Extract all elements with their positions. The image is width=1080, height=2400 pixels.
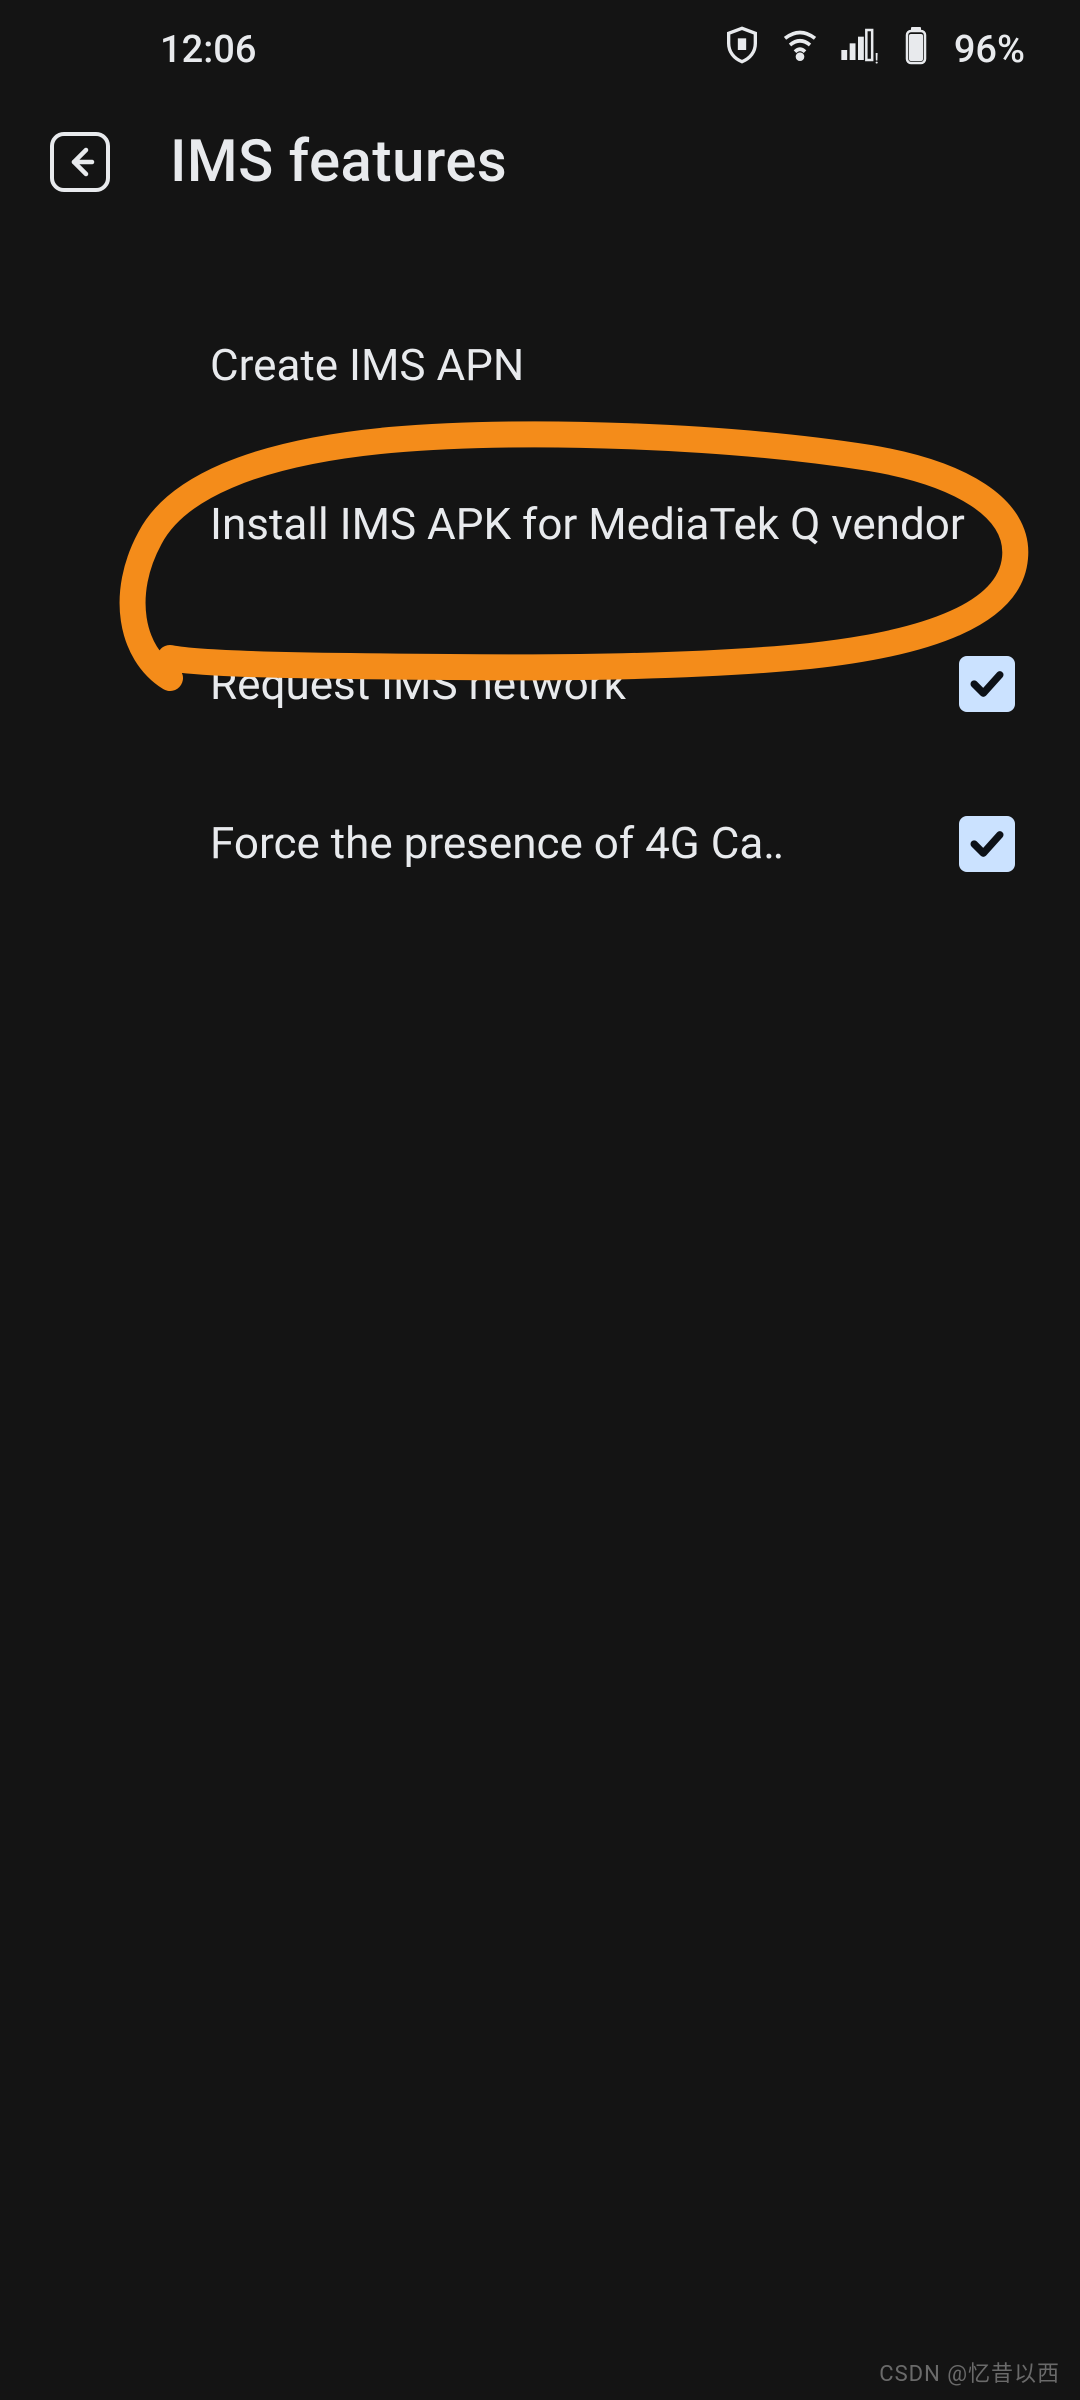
page-title: IMS features	[170, 128, 507, 196]
item-label: Create IMS APN	[210, 336, 1015, 395]
item-install-ims-apk[interactable]: Install IMS APK for MediaTek Q vendor	[0, 445, 1080, 604]
battery-percent: 96%	[954, 28, 1025, 72]
check-icon	[965, 662, 1009, 706]
app-header: IMS features	[0, 100, 1080, 256]
status-left: 12:06	[160, 28, 284, 72]
item-create-ims-apn[interactable]: Create IMS APN	[0, 286, 1080, 445]
item-force-4g[interactable]: Force the presence of 4G Ca‥	[0, 764, 1080, 923]
back-button[interactable]	[50, 132, 110, 192]
checkbox-force-4g[interactable]	[959, 816, 1015, 872]
watermark: CSDN @忆昔以西	[879, 2356, 1060, 2388]
shield-icon	[722, 25, 762, 75]
item-label: Request IMS network	[210, 655, 959, 714]
settings-list: Create IMS APN Install IMS APK for Media…	[0, 256, 1080, 924]
check-icon	[965, 822, 1009, 866]
signal-icon: !	[838, 25, 878, 75]
svg-text:!: !	[874, 49, 877, 65]
status-time: 12:06	[160, 28, 256, 72]
item-label: Install IMS APK for MediaTek Q vendor	[210, 495, 1015, 554]
arrow-left-icon	[62, 144, 98, 180]
wifi-icon	[780, 25, 820, 75]
status-bar: 12:06 ! 96%	[0, 0, 1080, 100]
status-right: ! 96%	[722, 25, 1025, 75]
item-request-ims-network[interactable]: Request IMS network	[0, 605, 1080, 764]
checkbox-request-ims[interactable]	[959, 656, 1015, 712]
item-label: Force the presence of 4G Ca‥	[210, 814, 830, 873]
battery-icon	[896, 25, 936, 75]
